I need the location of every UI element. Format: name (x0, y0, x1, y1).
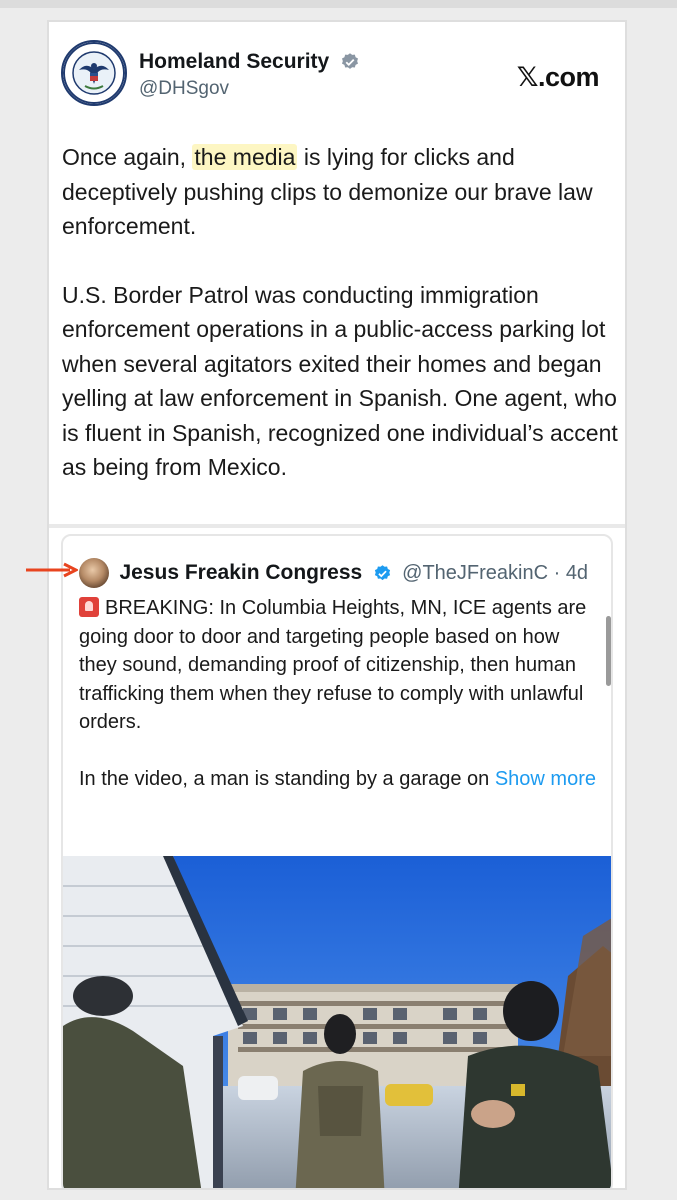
quoted-body: BREAKING: In Columbia Heights, MN, ICE a… (79, 594, 599, 821)
site-label: 𝕏.com (516, 62, 600, 92)
verified-badge-icon (374, 564, 390, 580)
post-paragraph-2: U.S. Border Patrol was conducting immigr… (62, 281, 618, 481)
highlighted-text: the media (192, 144, 298, 170)
divider (49, 524, 625, 528)
post-header: Homeland Security @DHSgov 𝕏.com (61, 40, 609, 110)
quoted-tweet[interactable]: Jesus Freakin Congress @TheJFreakinC · 4… (61, 534, 613, 1188)
post-body: Once again, the media is lying for click… (62, 140, 622, 519)
post-paragraph-1: Once again, the media is lying for click… (62, 140, 622, 244)
post-text-part: Once again, (62, 144, 193, 170)
author-block: Homeland Security @DHSgov (139, 50, 360, 100)
author-name[interactable]: Homeland Security (139, 50, 329, 74)
quoted-author-name[interactable]: Jesus Freakin Congress (119, 561, 362, 585)
screenshot-card: Homeland Security @DHSgov 𝕏.com Once aga… (47, 20, 627, 1190)
show-more-link[interactable]: Show more (495, 768, 596, 790)
quoted-avatar[interactable] (79, 558, 109, 588)
quoted-author-handle[interactable]: @TheJFreakinC · 4d (402, 562, 588, 585)
quoted-text-part: BREAKING: In Columbia Heights, MN, ICE a… (79, 597, 587, 733)
quoted-header: Jesus Freakin Congress @TheJFreakinC · 4… (79, 558, 588, 590)
verified-badge-icon (341, 53, 358, 69)
siren-emoji-icon (79, 597, 99, 617)
video-scene-image (63, 856, 611, 1188)
dhs-seal-avatar[interactable] (61, 40, 127, 106)
author-handle[interactable]: @DHSgov (139, 78, 360, 100)
top-bar (0, 0, 677, 8)
quoted-paragraph-1: BREAKING: In Columbia Heights, MN, ICE a… (79, 594, 599, 737)
video-thumbnail[interactable] (63, 856, 611, 1188)
scrollbar[interactable] (606, 616, 611, 686)
quoted-text-part: In the video, a man is standing by a gar… (79, 767, 495, 790)
red-arrow-icon (26, 562, 78, 578)
dhs-seal-icon (63, 42, 125, 104)
quoted-paragraph-2: In the video, a man is standing by a gar… (79, 765, 599, 794)
